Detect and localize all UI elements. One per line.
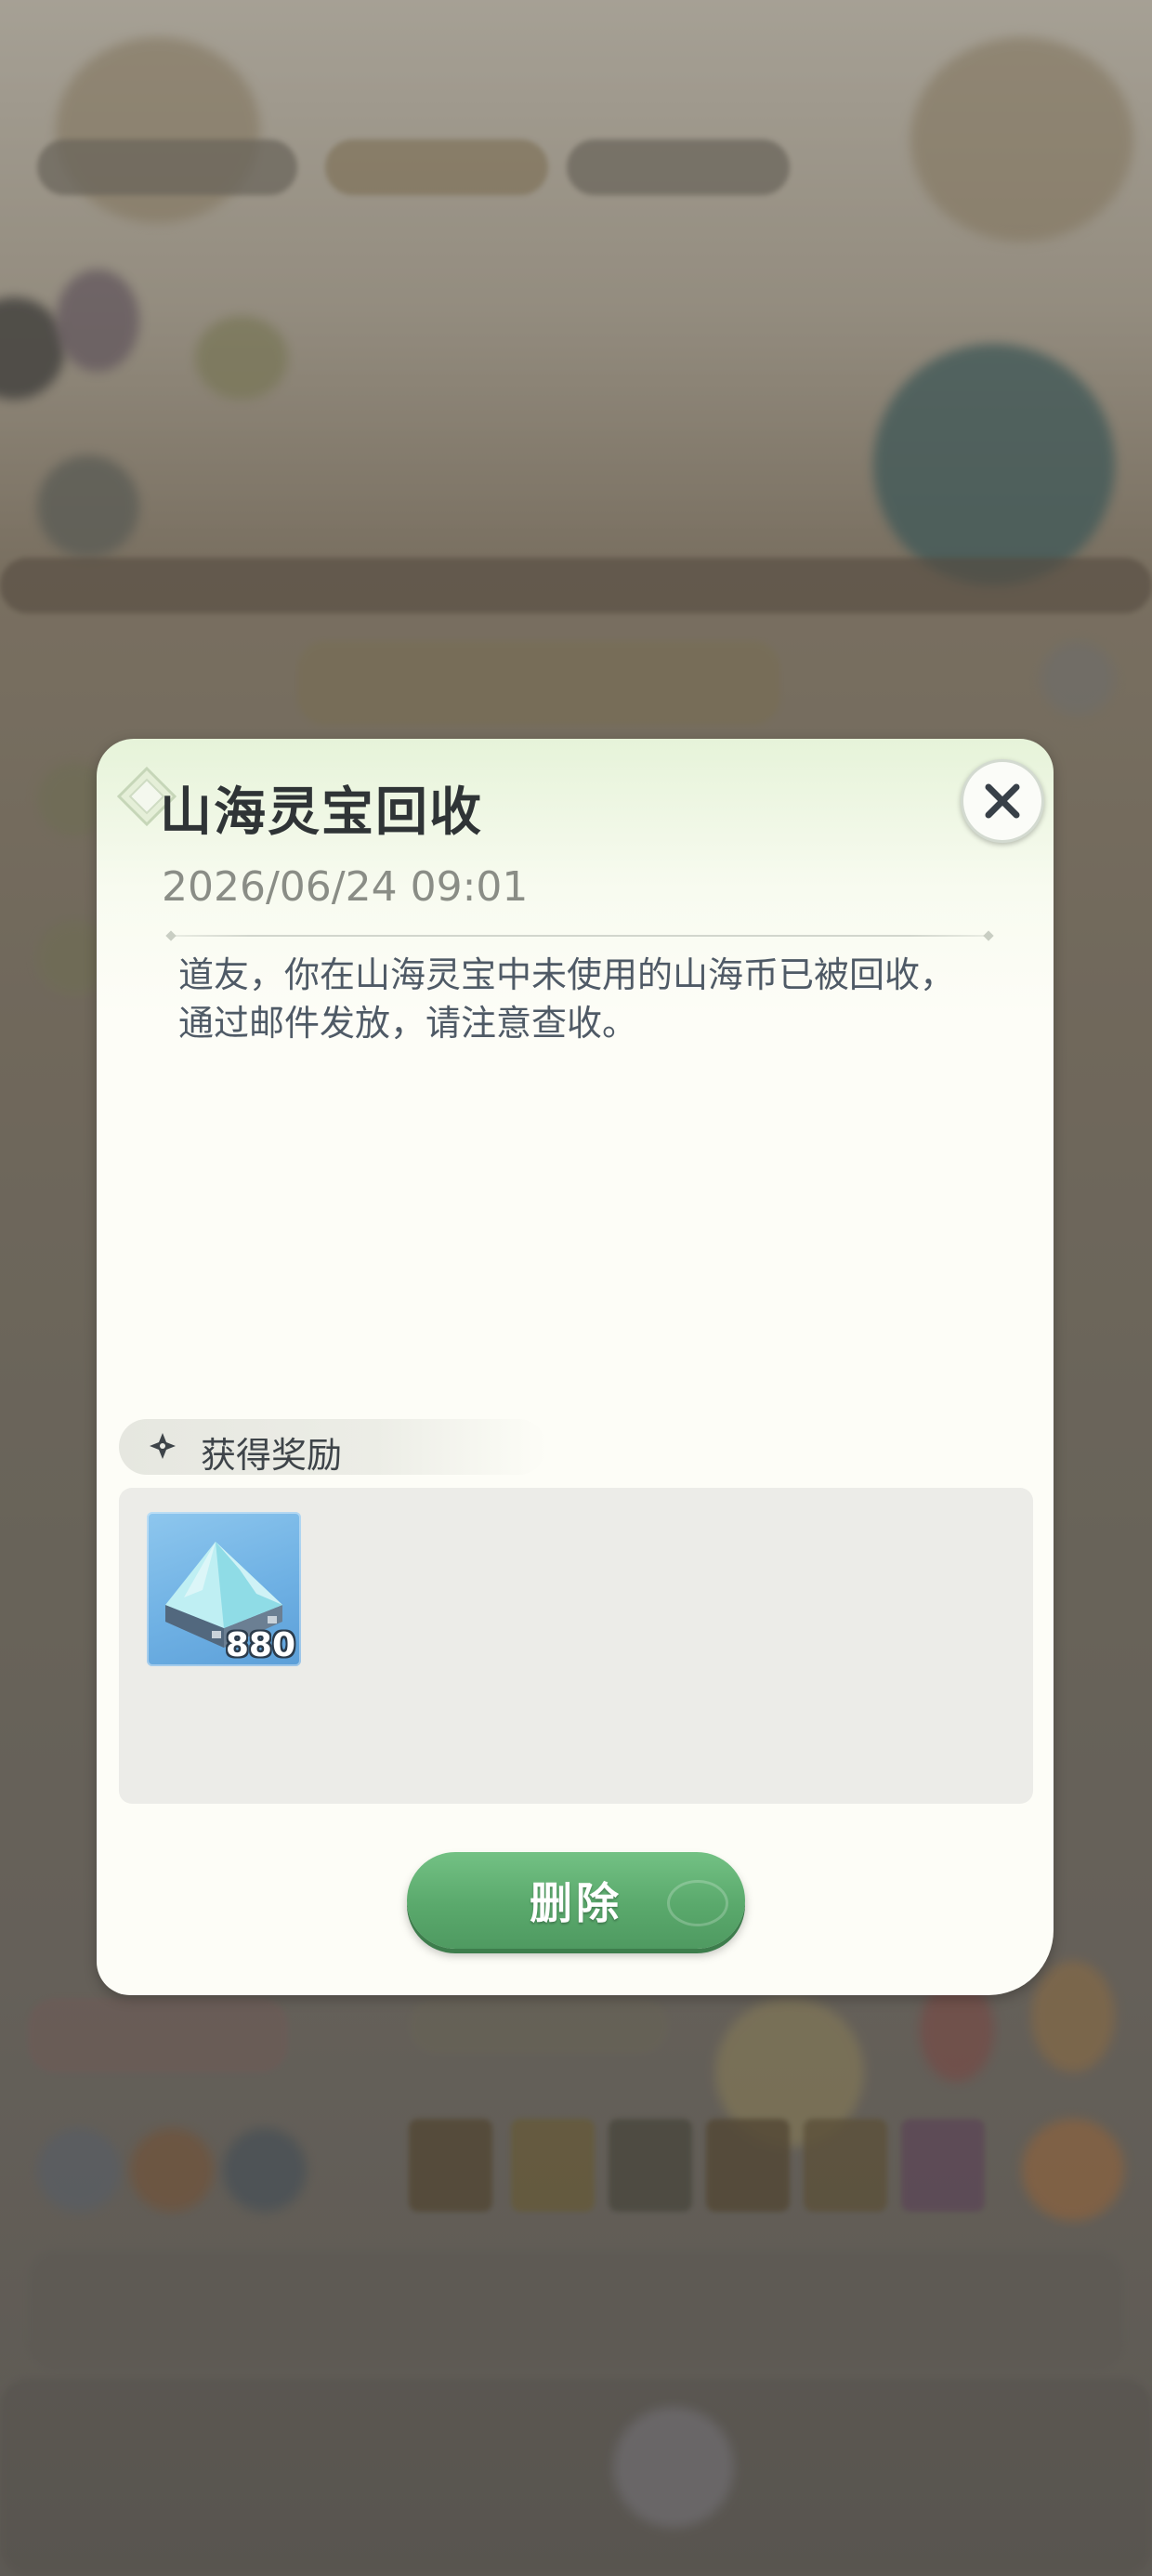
mail-dialog: 山海灵宝回收 2026/06/24 09:01 道友，你在山海灵宝中未使用的山海… — [97, 739, 1054, 1995]
swirl-decoration — [667, 1880, 728, 1926]
reward-item-count: 880 — [225, 1626, 295, 1664]
delete-button[interactable]: 删除 — [407, 1852, 745, 1949]
reward-item[interactable]: 880 — [147, 1512, 301, 1666]
mail-date: 2026/06/24 09:01 — [162, 863, 529, 911]
close-icon — [985, 783, 1020, 819]
reward-items-panel: 880 — [119, 1488, 1033, 1804]
sparkle-icon — [150, 1433, 176, 1459]
header-divider — [167, 935, 992, 937]
reward-section-header: 获得奖励 — [119, 1419, 546, 1476]
mail-body: 道友，你在山海灵宝中未使用的山海币已被回收， 通过邮件发放，请注意查收。 — [178, 951, 996, 1047]
mail-title: 山海灵宝回收 — [160, 782, 483, 843]
reward-section-title: 获得奖励 — [201, 1435, 343, 1476]
delete-button-label: 删除 — [530, 1878, 622, 1928]
mail-body-line-1: 道友，你在山海灵宝中未使用的山海币已被回收， — [178, 954, 956, 995]
mail-body-line-2: 通过邮件发放，请注意查收。 — [178, 1003, 638, 1044]
close-button[interactable] — [961, 759, 1044, 843]
